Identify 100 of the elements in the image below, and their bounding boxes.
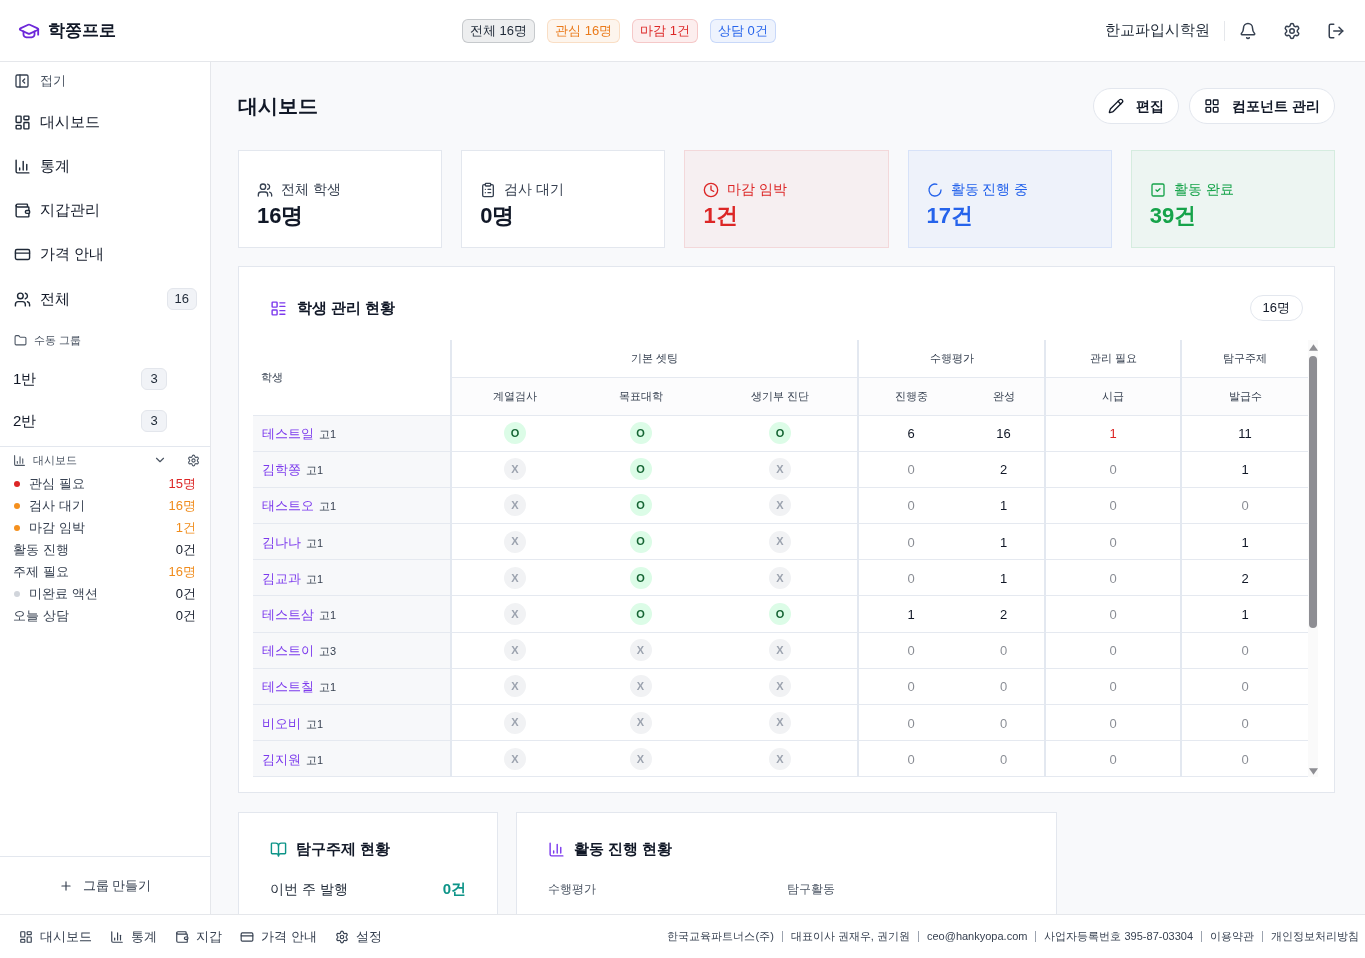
- status-badge: O: [629, 566, 652, 589]
- status-badge: O: [629, 530, 652, 553]
- count-value: 1: [999, 534, 1008, 550]
- card-title: 탐구주제 현황: [296, 839, 391, 860]
- app-logo-text: 학쫑프로: [48, 19, 116, 42]
- nav-item[interactable]: 지갑관리: [0, 188, 210, 232]
- count-value: 0: [999, 679, 1008, 695]
- collapse-button[interactable]: 접기: [0, 62, 210, 100]
- status-badge: O: [629, 603, 652, 626]
- settings-icon[interactable]: [1283, 21, 1301, 40]
- status-badge: X: [769, 566, 791, 589]
- card-title: 학생 관리 현황: [297, 297, 397, 318]
- student-name[interactable]: 김교과: [262, 570, 301, 586]
- summary-badge[interactable]: 전체 16명: [462, 18, 536, 43]
- student-name[interactable]: 테스트일: [262, 426, 314, 442]
- status-badge: X: [769, 458, 791, 481]
- nav-item[interactable]: 전체 16: [0, 276, 210, 322]
- grade-label: 고1: [306, 464, 324, 477]
- status-badge: X: [629, 747, 652, 770]
- create-group-button[interactable]: 그룹 만들기: [58, 875, 152, 896]
- stat-value: 16명: [257, 202, 305, 230]
- widget-row-value: 16명: [168, 563, 196, 582]
- count-value: 0: [1109, 607, 1117, 623]
- scroll-down-icon[interactable]: [1308, 768, 1318, 776]
- footer-nav-link[interactable]: 가격 안내: [240, 926, 317, 947]
- footer-nav-link[interactable]: 지갑: [175, 926, 222, 947]
- count-value: 0: [1241, 751, 1249, 767]
- student-name[interactable]: 김나나: [262, 534, 301, 550]
- column-header: 시급: [1045, 377, 1182, 415]
- grade-label: 고1: [306, 753, 324, 766]
- student-name[interactable]: 테스트삼: [262, 607, 314, 623]
- status-badge: O: [769, 603, 791, 626]
- stat-label: 활동 완료: [1173, 180, 1234, 199]
- student-name[interactable]: 김학쫑: [262, 462, 301, 478]
- status-badge: X: [769, 747, 791, 770]
- summary-badge[interactable]: 마감 1건: [632, 18, 698, 43]
- count-value: 1: [1241, 607, 1249, 623]
- student-name[interactable]: 테스트칠: [262, 679, 314, 695]
- status-badge: X: [629, 639, 652, 662]
- widget-row-label: 관심 필요: [29, 475, 86, 494]
- column-group-header: 탐구주제: [1181, 340, 1309, 377]
- count-value: 11: [1238, 426, 1252, 442]
- status-badge: X: [629, 711, 652, 734]
- checkbox-icon: [1149, 181, 1166, 198]
- widget-row-value: 15명: [168, 475, 196, 494]
- student-name[interactable]: 태스트오: [262, 498, 314, 514]
- count-value: 0: [1241, 715, 1249, 731]
- card-title: 활동 진행 현황: [574, 839, 673, 860]
- widget-row-label: 주제 필요: [13, 563, 70, 582]
- plus-icon: [58, 878, 73, 893]
- footer-nav-link[interactable]: 설정: [334, 926, 382, 947]
- status-badge: X: [504, 675, 526, 698]
- stat-value: 39건: [1149, 202, 1198, 230]
- nav-item[interactable]: 통계: [0, 144, 210, 188]
- grade-label: 고1: [306, 536, 324, 549]
- stat-label: 마감 임박: [727, 180, 788, 199]
- count-value: 0: [907, 643, 915, 659]
- footer-link[interactable]: 이용약관: [1210, 928, 1254, 945]
- dashboard-icon: [19, 929, 33, 944]
- count-value: 0: [1109, 570, 1117, 586]
- dashboard-icon: [14, 113, 31, 131]
- users-icon: [14, 290, 31, 308]
- settings-icon: [334, 929, 349, 944]
- manage-components-button[interactable]: 컴포넌트 관리: [1189, 88, 1335, 124]
- bell-icon[interactable]: [1239, 21, 1257, 40]
- group-item[interactable]: 2반 3: [0, 400, 210, 442]
- student-name[interactable]: 비오비: [262, 715, 301, 731]
- nav-item[interactable]: 가격 안내: [0, 232, 210, 276]
- footer-link[interactable]: 개인정보처리방침: [1271, 928, 1359, 945]
- count-value: 0: [907, 462, 915, 478]
- nav-item[interactable]: 대시보드: [0, 100, 210, 144]
- stat-value: 1건: [703, 202, 739, 230]
- section-label: 수행평가: [548, 880, 597, 898]
- status-badge: X: [504, 566, 526, 589]
- logout-icon[interactable]: [1327, 21, 1345, 40]
- status-badge: X: [769, 530, 791, 553]
- group-label: 2반: [13, 410, 38, 431]
- settings-icon[interactable]: [187, 453, 200, 467]
- student-name[interactable]: 김지원: [262, 751, 301, 767]
- count-value: 0: [1109, 679, 1117, 695]
- count-value: 1: [999, 570, 1008, 586]
- summary-badge[interactable]: 상담 0건: [710, 18, 776, 43]
- group-item[interactable]: 1반 3: [0, 358, 210, 400]
- footer-nav-link[interactable]: 대시보드: [19, 926, 92, 947]
- count-value: 0: [907, 570, 915, 586]
- company-info-text: ceo@hankyopa.com: [927, 929, 1028, 945]
- stat-label: 활동 진행 중: [950, 180, 1029, 199]
- list-icon: [270, 299, 287, 317]
- edit-button[interactable]: 편집: [1093, 88, 1180, 124]
- column-header: 학생: [253, 340, 451, 415]
- status-badge: X: [504, 711, 526, 734]
- grade-label: 고1: [319, 500, 337, 513]
- scrollbar-track[interactable]: [1308, 340, 1318, 778]
- pencil-icon: [1108, 98, 1125, 114]
- scroll-up-icon[interactable]: [1308, 344, 1318, 351]
- footer-nav-link[interactable]: 통계: [110, 926, 157, 947]
- widget-row-label: 오늘 상담: [13, 607, 70, 626]
- bar-chart-icon: [548, 841, 565, 859]
- scrollbar-thumb[interactable]: [1309, 356, 1317, 628]
- student-name[interactable]: 테스트이: [262, 643, 314, 659]
